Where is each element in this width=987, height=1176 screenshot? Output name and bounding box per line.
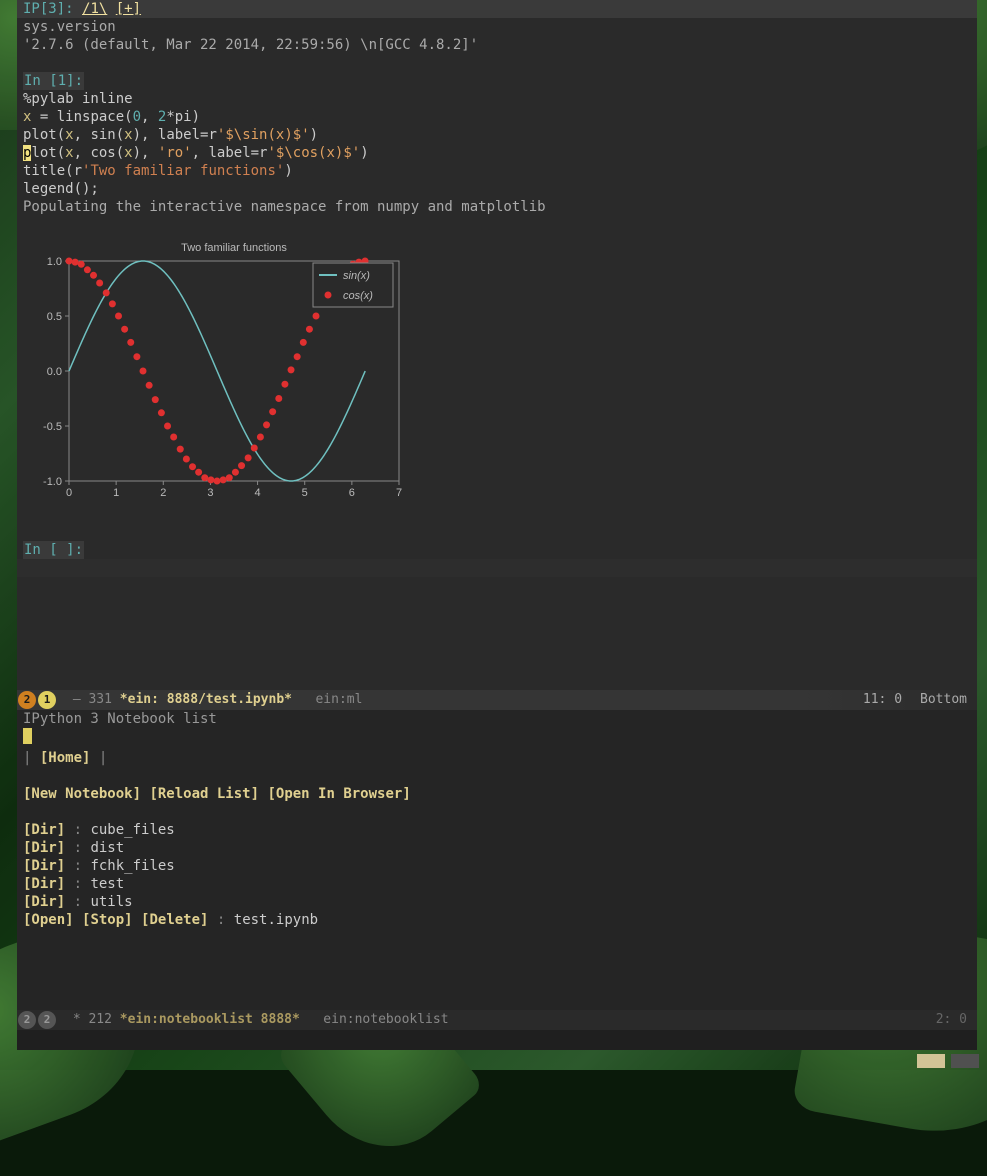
matplotlib-figure: Two familiar functions 0 1 2 3 4 5 6 7 -1.0 -0.5 0.…	[29, 236, 409, 506]
code-line[interactable]: x = linspace(0, 2*pi)	[23, 108, 971, 126]
text-cursor	[23, 728, 32, 744]
window-number-badge: 2	[38, 1011, 56, 1029]
cursor-position: 11: 0	[863, 691, 902, 709]
major-mode: ein:notebooklist	[323, 1011, 448, 1029]
code-line[interactable]: %pylab inline	[23, 90, 971, 108]
minibuffer[interactable]	[17, 1030, 977, 1050]
delete-link[interactable]: [Delete]	[141, 912, 208, 928]
svg-text:1: 1	[113, 487, 119, 499]
svg-text:Two familiar functions: Two familiar functions	[181, 242, 287, 254]
dir-link[interactable]: [Dir]	[23, 858, 65, 874]
output-line: Populating the interactive namespace fro…	[23, 198, 971, 216]
chart-output: Two familiar functions 0 1 2 3 4 5 6 7 -1.0 -0.5 0.…	[23, 226, 415, 531]
svg-text:-1.0: -1.0	[43, 476, 62, 488]
svg-text:-0.5: -0.5	[43, 421, 62, 433]
window-number-badge: 1	[38, 691, 56, 709]
pane-title: IPython 3 Notebook list	[23, 710, 971, 728]
output-line: sys.version	[23, 18, 971, 36]
major-mode: ein:ml	[315, 691, 362, 709]
svg-text:0.5: 0.5	[47, 311, 62, 323]
reload-list-button[interactable]: [Reload List]	[149, 786, 259, 802]
scroll-position: Bottom	[920, 691, 967, 709]
svg-text:6: 6	[349, 487, 355, 499]
list-item[interactable]: [Dir] : fchk_files	[23, 857, 971, 875]
home-link[interactable]: [Home]	[40, 750, 91, 766]
open-link[interactable]: [Open]	[23, 912, 74, 928]
svg-text:1.0: 1.0	[47, 256, 62, 268]
svg-text:cos(x): cos(x)	[343, 290, 373, 302]
line-count: 212	[88, 1011, 111, 1029]
cursor-position: 2: 0	[936, 1011, 967, 1029]
dir-link[interactable]: [Dir]	[23, 876, 65, 892]
dir-link[interactable]: [Dir]	[23, 894, 65, 910]
svg-text:5: 5	[302, 487, 308, 499]
buffer-name[interactable]: *ein:notebooklist 8888*	[120, 1011, 300, 1029]
cell-prompt: In [1]:	[23, 72, 84, 90]
code-area[interactable]: sys.version '2.7.6 (default, Mar 22 2014…	[17, 18, 977, 577]
notebook-pane[interactable]: IP[3]: /1\ [+] sys.version '2.7.6 (defau…	[17, 0, 977, 690]
system-tray	[917, 1054, 979, 1068]
tray-icon[interactable]	[951, 1054, 979, 1068]
code-line[interactable]: legend();	[23, 180, 971, 198]
empty-cell[interactable]	[17, 559, 977, 577]
add-tab-button[interactable]: [+]	[116, 1, 141, 17]
worksheet-tab[interactable]: /1\	[82, 1, 107, 17]
code-line[interactable]: title(r'Two familiar functions')	[23, 162, 971, 180]
list-item[interactable]: [Open] [Stop] [Delete] : test.ipynb	[23, 911, 971, 929]
code-line[interactable]: plot(x, cos(x), 'ro', label=r'$\cos(x)$'…	[23, 144, 971, 162]
list-item[interactable]: [Dir] : test	[23, 875, 971, 893]
window-number-badge: 2	[18, 1011, 36, 1029]
dir-link[interactable]: [Dir]	[23, 822, 65, 838]
svg-text:2: 2	[160, 487, 166, 499]
notebook-topbar: IP[3]: /1\ [+]	[17, 0, 977, 18]
dir-link[interactable]: [Dir]	[23, 840, 65, 856]
list-item[interactable]: [Dir] : cube_files	[23, 821, 971, 839]
list-item[interactable]: [Dir] : dist	[23, 839, 971, 857]
modeline-bottom: 2 2 * 212 *ein:notebooklist 8888* ein:no…	[17, 1010, 977, 1030]
svg-text:4: 4	[255, 487, 261, 499]
svg-text:0.0: 0.0	[47, 366, 62, 378]
stop-link[interactable]: [Stop]	[82, 912, 133, 928]
svg-text:sin(x): sin(x)	[343, 270, 370, 282]
modeline-sep	[61, 691, 69, 709]
emacs-frame: IP[3]: /1\ [+] sys.version '2.7.6 (defau…	[17, 0, 977, 1050]
notebooklist-pane[interactable]: IPython 3 Notebook list | [Home] | [New …	[17, 710, 977, 1010]
list-item[interactable]: [Dir] : utils	[23, 893, 971, 911]
new-notebook-button[interactable]: [New Notebook]	[23, 786, 141, 802]
output-line: '2.7.6 (default, Mar 22 2014, 22:59:56) …	[23, 36, 971, 54]
tray-icon[interactable]	[917, 1054, 945, 1068]
buffer-name[interactable]: *ein: 8888/test.ipynb*	[120, 691, 292, 709]
code-line[interactable]: plot(x, sin(x), label=r'$\sin(x)$')	[23, 126, 971, 144]
window-number-badge: 2	[18, 691, 36, 709]
cell-prompt: In [ ]:	[23, 541, 84, 559]
modeline-top: 2 1 – 331 *ein: 8888/test.ipynb* ein:ml …	[17, 690, 977, 710]
open-in-browser-button[interactable]: [Open In Browser]	[267, 786, 410, 802]
svg-text:3: 3	[207, 487, 213, 499]
line-count: 331	[88, 691, 111, 709]
kernel-prompt: IP[3]:	[23, 1, 74, 17]
svg-text:0: 0	[66, 487, 72, 499]
svg-text:7: 7	[396, 487, 402, 499]
